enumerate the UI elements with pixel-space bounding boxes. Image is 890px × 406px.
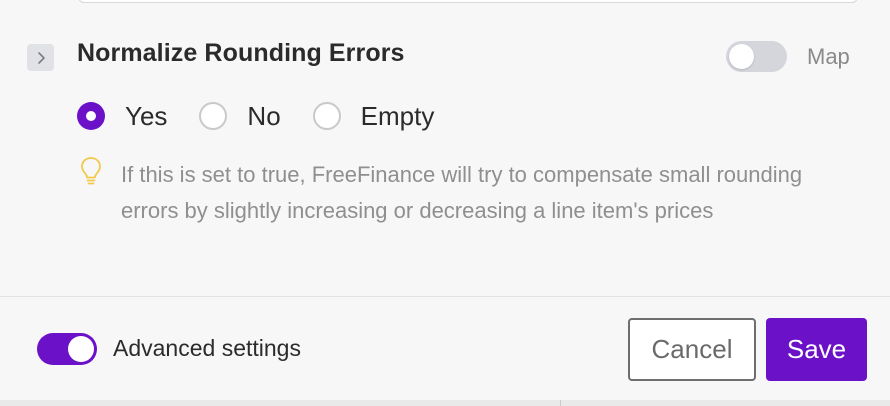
previous-field-panel <box>78 0 858 3</box>
advanced-settings-label: Advanced settings <box>113 335 301 361</box>
advanced-settings-toggle[interactable] <box>37 333 97 365</box>
value-radio-group: Yes No Empty <box>77 100 434 132</box>
map-toggle[interactable] <box>726 41 787 72</box>
footer-divider <box>0 296 890 297</box>
radio-option-no[interactable]: No <box>199 100 281 132</box>
map-toggle-label: Map <box>807 44 850 69</box>
radio-label-empty: Empty <box>360 100 435 131</box>
radio-button-unchecked[interactable] <box>199 102 228 130</box>
radio-label-yes: Yes <box>125 100 168 131</box>
save-button[interactable]: Save <box>766 318 867 381</box>
hint-text: If this is set to true, FreeFinance will… <box>121 162 803 223</box>
expand-field-button[interactable] <box>27 44 54 71</box>
radio-label-no: No <box>247 100 281 131</box>
toggle-knob <box>68 336 94 362</box>
chevron-right-icon <box>37 51 45 64</box>
field-title: Normalize Rounding Errors <box>77 39 405 67</box>
lightbulb-icon <box>81 157 101 185</box>
bottom-panel-left <box>0 400 560 406</box>
toggle-knob <box>729 44 754 69</box>
radio-option-yes[interactable]: Yes <box>77 101 167 132</box>
radio-option-empty[interactable]: Empty <box>312 100 435 132</box>
bottom-panel-right <box>561 400 890 406</box>
radio-button-unchecked[interactable] <box>312 102 341 130</box>
cancel-button[interactable]: Cancel <box>628 318 756 381</box>
radio-button-checked[interactable] <box>77 102 105 130</box>
